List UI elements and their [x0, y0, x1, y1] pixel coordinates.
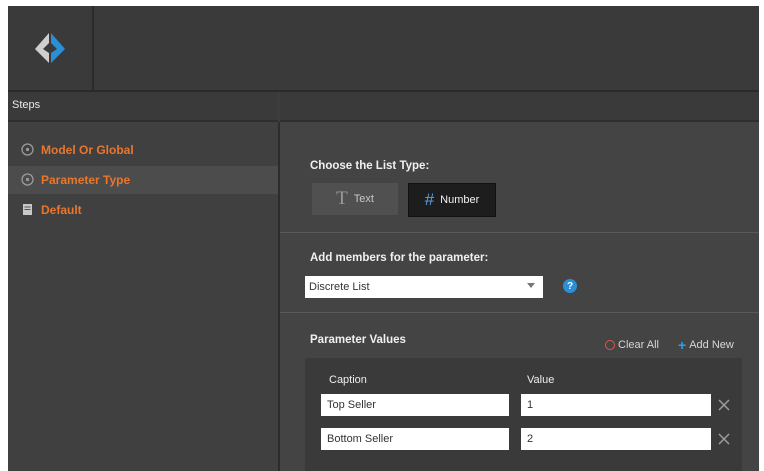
- add-new-button[interactable]: + Add New: [678, 337, 734, 353]
- step-label: Default: [41, 203, 82, 217]
- circle-icon: [21, 143, 34, 156]
- members-select-value: Discrete List: [309, 281, 370, 293]
- steps-panel: Model Or Global Parameter Type Default: [8, 122, 280, 471]
- steps-title: Steps: [12, 99, 41, 111]
- document-icon: [23, 204, 32, 215]
- text-type-label: Text: [353, 193, 374, 205]
- logo-container: [8, 6, 94, 90]
- plus-icon: +: [678, 337, 687, 353]
- number-type-label: Number: [440, 194, 480, 206]
- caption-input[interactable]: Bottom Seller: [321, 428, 509, 450]
- step-label: Parameter Type: [41, 173, 131, 187]
- clear-icon: [605, 340, 615, 350]
- text-T-icon: T: [336, 188, 348, 209]
- text-type-button[interactable]: T Text: [312, 183, 398, 215]
- clear-all-label: Clear All: [618, 339, 659, 351]
- value-input[interactable]: 1: [521, 394, 711, 416]
- members-select[interactable]: Discrete List: [305, 276, 543, 298]
- column-header-value: Value: [527, 374, 555, 386]
- step-label: Model Or Global: [41, 143, 134, 157]
- list-type-title: Choose the List Type:: [310, 160, 430, 172]
- section-divider: [280, 312, 759, 313]
- members-title: Add members for the parameter:: [310, 252, 489, 264]
- help-icon[interactable]: ?: [563, 279, 577, 293]
- step-default[interactable]: Default: [8, 196, 278, 224]
- column-header-caption: Caption: [329, 374, 367, 386]
- parameter-values-title: Parameter Values: [310, 334, 406, 346]
- app-header: [8, 6, 759, 92]
- content-header: [280, 92, 759, 122]
- clear-all-button[interactable]: Clear All: [605, 339, 659, 351]
- delete-row-icon[interactable]: [717, 432, 731, 446]
- content-panel: Choose the List Type: T Text # Number Ad…: [280, 122, 759, 471]
- app-logo-icon: [35, 33, 65, 63]
- number-type-button[interactable]: # Number: [408, 183, 496, 217]
- chevron-down-icon: [527, 283, 535, 288]
- caption-input[interactable]: Top Seller: [321, 394, 509, 416]
- parameter-values-grid: Caption Value Top Seller 1 Bottom Seller…: [305, 358, 742, 471]
- hash-icon: #: [424, 190, 435, 209]
- add-new-label: Add New: [689, 339, 734, 351]
- circle-icon: [21, 173, 34, 186]
- delete-row-icon[interactable]: [717, 398, 731, 412]
- steps-header: Steps: [8, 92, 278, 122]
- step-parameter-type[interactable]: Parameter Type: [8, 166, 278, 194]
- step-model-or-global[interactable]: Model Or Global: [8, 136, 278, 164]
- wizard-window: Steps Model Or Global Parameter Type Def…: [8, 6, 759, 471]
- section-divider: [280, 232, 759, 233]
- value-input[interactable]: 2: [521, 428, 711, 450]
